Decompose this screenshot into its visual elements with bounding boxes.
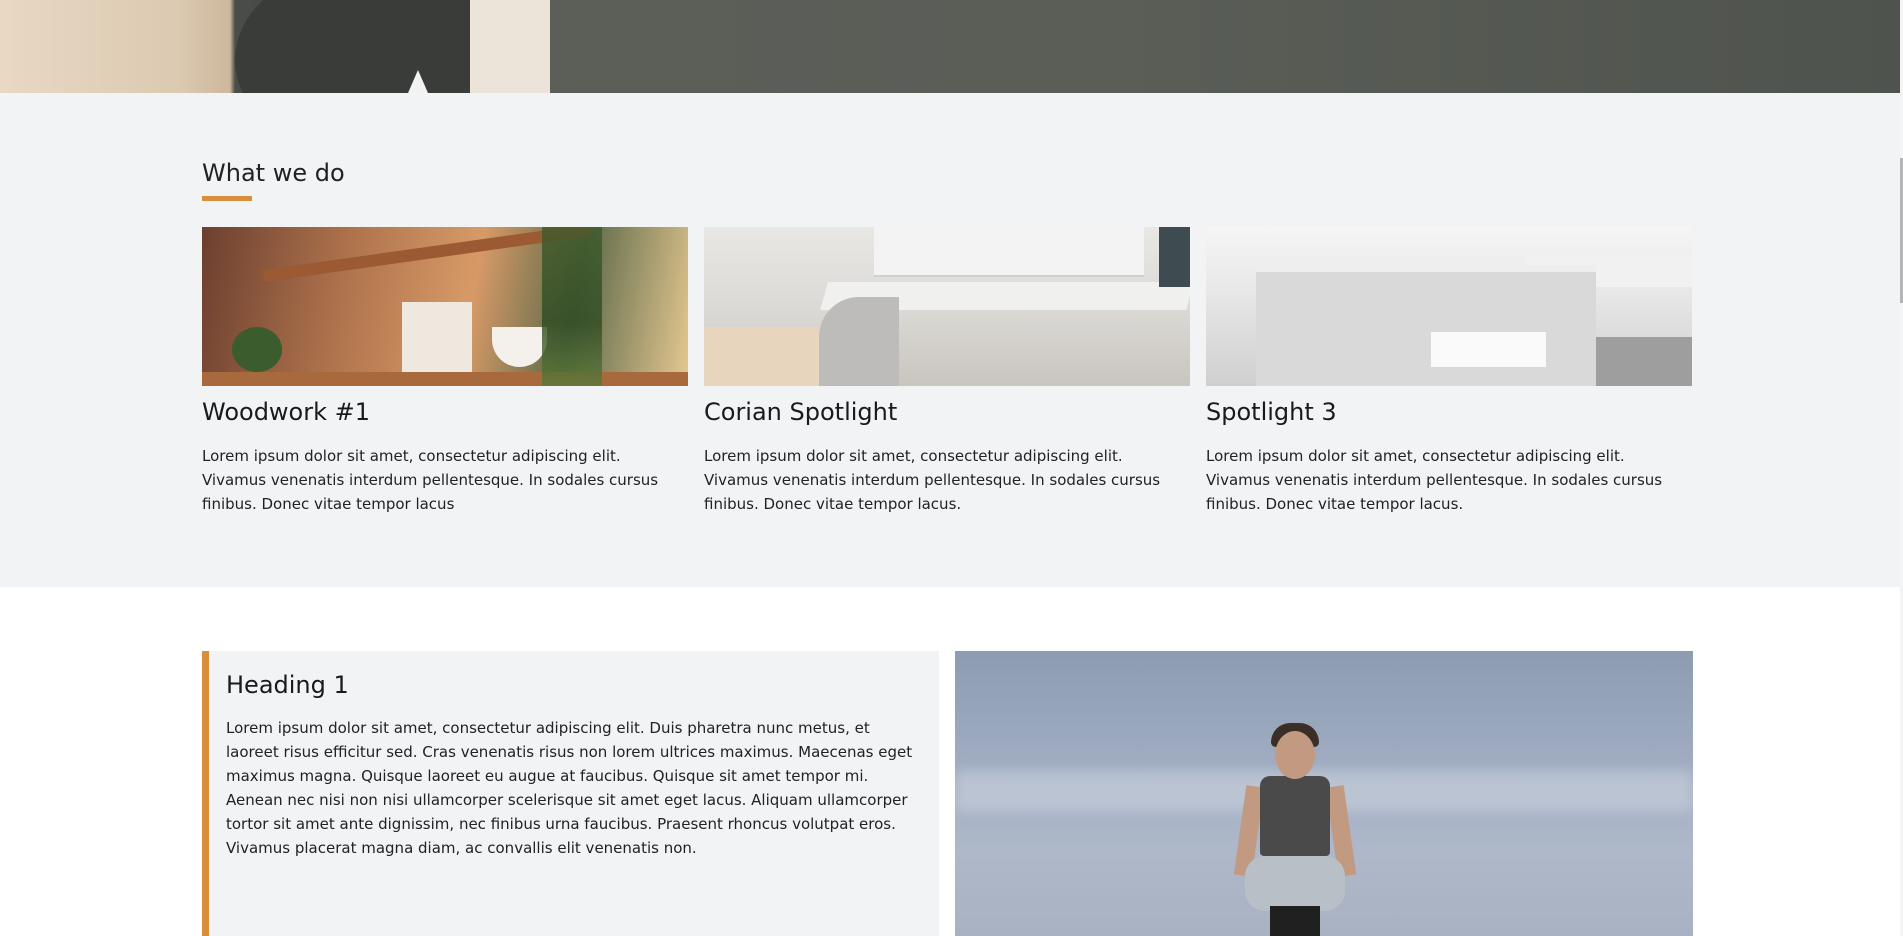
bathroom-image[interactable]	[1206, 227, 1692, 386]
card-title[interactable]: Woodwork #1	[202, 398, 688, 426]
card-text: Lorem ipsum dolor sit amet, consectetur …	[1206, 447, 1663, 513]
hero-banner-image	[0, 0, 1903, 93]
card-text: Lorem ipsum dolor sit amet, consectetur …	[704, 447, 1161, 513]
feature-heading: Heading 1	[226, 671, 349, 699]
shelf-decor-image[interactable]	[202, 227, 688, 386]
hero-image-shape	[408, 70, 428, 93]
hero-image-shape	[470, 0, 550, 93]
card-corian-spotlight[interactable]: Corian Spotlight Lorem ipsum dolor sit a…	[704, 227, 1190, 516]
section-title: What we do	[202, 159, 345, 187]
kitchen-image[interactable]	[704, 227, 1190, 386]
card-spotlight-3[interactable]: Spotlight 3 Lorem ipsum dolor sit amet, …	[1206, 227, 1692, 516]
feature-text: Lorem ipsum dolor sit amet, consectetur …	[226, 719, 913, 857]
card-title[interactable]: Spotlight 3	[1206, 398, 1692, 426]
what-we-do-section: What we do Woodwork #1 Lorem ipsum dolor…	[0, 93, 1900, 587]
jumping-person-photo	[955, 651, 1693, 936]
feature-text-block: Heading 1 Lorem ipsum dolor sit amet, co…	[202, 651, 939, 936]
section-title-underline	[202, 196, 252, 201]
card-title[interactable]: Corian Spotlight	[704, 398, 1190, 426]
card-woodwork[interactable]: Woodwork #1 Lorem ipsum dolor sit amet, …	[202, 227, 688, 516]
card-text: Lorem ipsum dolor sit amet, consectetur …	[202, 447, 659, 513]
